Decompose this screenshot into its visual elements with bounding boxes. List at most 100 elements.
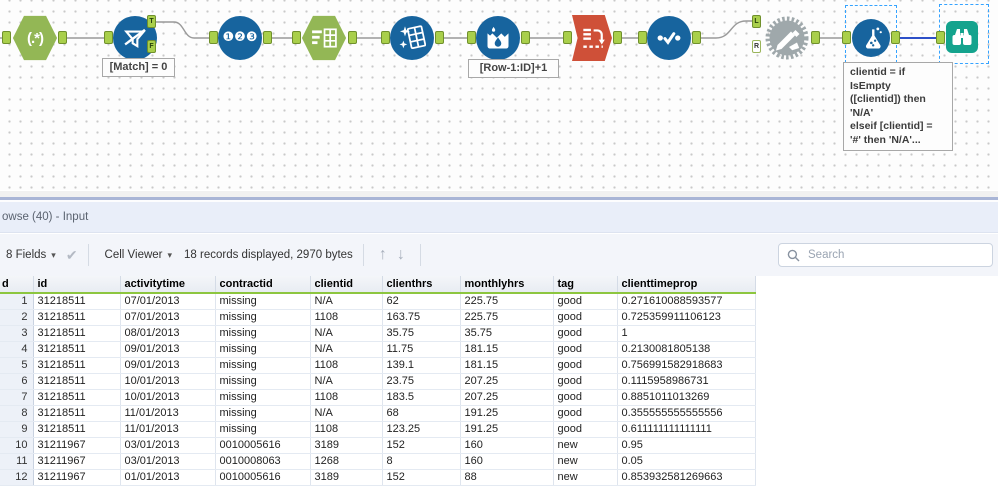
input-anchor[interactable] [638,31,647,44]
table-cell[interactable]: 1268 [310,453,383,470]
table-cell[interactable]: missing [215,421,311,438]
table-cell[interactable]: 0.611111111111111 [617,421,756,438]
table-cell[interactable]: 225.75 [460,309,554,326]
input-anchor[interactable] [104,31,113,44]
table-cell[interactable]: new [553,453,618,470]
table-cell[interactable]: 62 [382,293,461,310]
table-cell[interactable]: 0.853932581269663 [617,469,756,486]
input-anchor[interactable] [467,31,476,44]
table-cell[interactable]: 3189 [310,437,383,454]
table-cell[interactable]: 225.75 [460,293,554,310]
table-cell[interactable]: 123.25 [382,421,461,438]
table-cell[interactable]: 1108 [310,421,383,438]
table-cell[interactable]: 152 [382,469,461,486]
column-header-activitytime[interactable]: activitytime [120,276,216,294]
table-cell[interactable]: 207.25 [460,389,554,406]
table-cell[interactable]: good [553,421,618,438]
input-anchor[interactable] [563,31,572,44]
table-row[interactable]: 3 31218511 08/01/2013 missing N/A 35.75 35.75 g… [0,325,756,342]
input-anchor[interactable] [292,31,301,44]
output-anchor[interactable] [263,31,272,44]
output-anchor[interactable] [348,31,357,44]
move-down-icon[interactable]: ↓ [397,246,405,264]
table-cell[interactable]: 31218511 [33,373,121,390]
table-cell[interactable]: missing [215,357,311,374]
table-cell[interactable]: 10/01/2013 [120,389,216,406]
table-cell[interactable]: 0.05 [617,453,756,470]
table-cell[interactable]: N/A [310,341,383,358]
table-row[interactable]: 8 31218511 11/01/2013 missing N/A 68 191.25 goo… [0,405,756,422]
table-cell[interactable]: 152 [382,437,461,454]
true-output-anchor[interactable]: T [147,15,156,28]
input-anchor[interactable] [2,31,11,44]
table-cell[interactable]: 35.75 [382,325,461,342]
output-anchor[interactable] [891,31,900,44]
table-cell[interactable]: N/A [310,325,383,342]
table-cell[interactable]: 31218511 [33,309,121,326]
table-cell[interactable]: good [553,309,618,326]
table-cell[interactable]: 139.1 [382,357,461,374]
table-cell[interactable]: 181.15 [460,341,554,358]
tool-record-id[interactable]: ❶❷❸ [209,16,272,60]
column-header-record[interactable]: d [0,276,34,294]
table-cell[interactable]: 0.8851011013269 [617,389,756,406]
table-cell[interactable]: 1108 [310,389,383,406]
table-cell[interactable]: good [553,389,618,406]
table-cell[interactable]: 31218511 [33,357,121,374]
column-header-contractid[interactable]: contractid [215,276,311,294]
table-cell[interactable]: 0010005616 [215,437,311,454]
table-cell[interactable]: 0010005616 [215,469,311,486]
table-cell[interactable]: 11/01/2013 [120,421,216,438]
table-cell[interactable]: 160 [460,437,554,454]
table-cell[interactable]: 31218511 [33,325,121,342]
input-anchor[interactable] [209,31,218,44]
table-cell[interactable]: 1108 [310,357,383,374]
table-cell[interactable]: missing [215,373,311,390]
output-anchor[interactable] [435,31,444,44]
table-cell[interactable]: 1 [617,325,756,342]
table-cell[interactable]: 31211967 [33,453,121,470]
table-cell[interactable]: 31218511 [33,341,121,358]
table-cell[interactable]: 181.15 [460,357,554,374]
table-cell[interactable]: 88 [460,469,554,486]
input-anchor[interactable] [936,31,945,44]
table-cell[interactable]: good [553,405,618,422]
tool-browse[interactable] [936,21,978,53]
tool-formula[interactable] [842,19,900,57]
table-row[interactable]: 10 31211967 03/01/2013 0010005616 3189 152 160… [0,437,756,454]
table-row[interactable]: 2 31218511 07/01/2013 missing 1108 163.75 225.… [0,309,756,326]
table-cell[interactable]: 191.25 [460,421,554,438]
table-cell[interactable]: 0.355555555555556 [617,405,756,422]
multi-row-formula-annotation[interactable]: [Row-1:ID]+1 [468,59,559,78]
tool-macro[interactable]: L R [752,15,820,60]
table-cell[interactable]: 31218511 [33,389,121,406]
table-cell[interactable]: 31211967 [33,437,121,454]
move-up-icon[interactable]: ↑ [379,246,387,264]
table-cell[interactable]: good [553,341,618,358]
checkmark-icon[interactable]: ✔ [66,247,78,264]
column-header-id[interactable]: id [33,276,121,294]
column-header-monthlyhrs[interactable]: monthlyhrs [460,276,554,294]
tool-regex[interactable]: (.*) [2,15,67,61]
table-cell[interactable]: 8 [382,453,461,470]
search-box[interactable] [778,243,993,267]
table-cell[interactable]: good [553,293,618,310]
column-header-clienthrs[interactable]: clienthrs [382,276,461,294]
table-row[interactable]: 12 31211967 01/01/2013 0010005616 3189 152 88 n… [0,469,756,486]
tool-multi-row-formula[interactable] [467,16,530,60]
column-header-clienttimeprop[interactable]: clienttimeprop [617,276,756,294]
table-cell[interactable]: 31218511 [33,293,121,310]
table-cell[interactable]: 160 [460,453,554,470]
table-row[interactable]: 4 31218511 09/01/2013 missing N/A 11.75 181.15… [0,341,756,358]
table-row[interactable]: 11 31211967 03/01/2013 0010008063 1268 8 160 ne… [0,453,756,470]
output-anchor[interactable] [811,31,820,44]
table-cell[interactable]: 1108 [310,309,383,326]
table-cell[interactable]: good [553,325,618,342]
fields-dropdown[interactable]: 8 Fields ▾ [6,249,56,261]
search-input[interactable] [806,248,980,262]
table-cell[interactable]: good [553,357,618,374]
table-cell[interactable]: 0010008063 [215,453,311,470]
table-cell[interactable]: missing [215,341,311,358]
table-cell[interactable]: 191.25 [460,405,554,422]
tool-filter[interactable]: T F [104,15,157,60]
